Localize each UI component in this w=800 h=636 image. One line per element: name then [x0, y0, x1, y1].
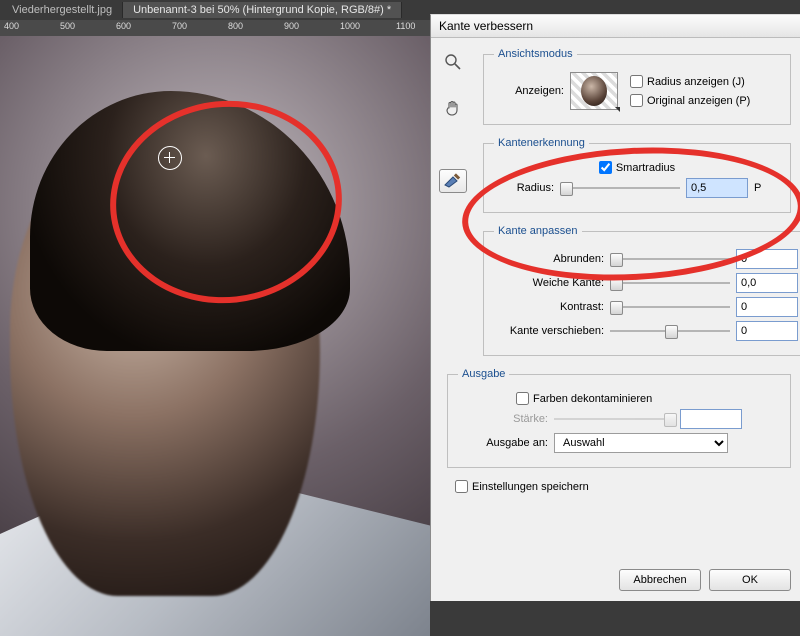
amount-slider — [554, 411, 674, 427]
shift-edge-label: Kante verschieben: — [494, 325, 604, 337]
smart-radius-label: Smartradius — [616, 162, 675, 174]
smooth-slider[interactable] — [610, 251, 730, 267]
ruler-tick: 400 — [4, 21, 19, 31]
edge-detection-group: Kantenerkennung Smartradius Radius: P — [483, 137, 791, 213]
edge-detection-legend: Kantenerkennung — [494, 137, 589, 149]
output-to-select[interactable]: Auswahl — [554, 433, 728, 453]
shift-edge-input[interactable] — [736, 321, 798, 341]
ruler-tick: 1100 — [396, 21, 415, 31]
amount-input — [680, 409, 742, 429]
show-original-label: Original anzeigen (P) — [647, 95, 750, 107]
amount-label: Stärke: — [458, 413, 548, 425]
ruler-tick: 1000 — [340, 21, 360, 31]
ok-button[interactable]: OK — [709, 569, 791, 591]
contrast-label: Kontrast: — [494, 301, 604, 313]
ruler-tick: 700 — [172, 21, 187, 31]
adjust-edge-legend: Kante anpassen — [494, 225, 582, 237]
output-group: Ausgabe Farben dekontaminieren Stärke: A… — [447, 368, 791, 468]
refine-brush-cursor — [158, 146, 182, 170]
smart-radius-checkbox[interactable] — [599, 161, 612, 174]
adjust-edge-group: Kante anpassen Abrunden: Weiche Kante: P… — [483, 225, 800, 356]
show-radius-label: Radius anzeigen (J) — [647, 76, 745, 88]
dialog-body: Ansichtsmodus Anzeigen: Radius anzeigen … — [431, 38, 800, 493]
show-label: Anzeigen: — [494, 85, 564, 97]
feather-input[interactable] — [736, 273, 798, 293]
cancel-button[interactable]: Abbrechen — [619, 569, 701, 591]
radius-unit: P — [754, 182, 766, 194]
dialog-title: Kante verbessern — [431, 15, 800, 38]
ruler-tick: 600 — [116, 21, 131, 31]
smooth-label: Abrunden: — [494, 253, 604, 265]
radius-slider[interactable] — [560, 180, 680, 196]
image-canvas[interactable] — [0, 36, 430, 600]
contrast-slider[interactable] — [610, 299, 730, 315]
decontaminate-checkbox[interactable] — [516, 392, 529, 405]
view-mode-preview[interactable] — [570, 72, 618, 110]
ruler-tick: 900 — [284, 21, 299, 31]
remember-settings-label: Einstellungen speichern — [472, 481, 589, 493]
shift-edge-slider[interactable] — [610, 323, 730, 339]
refine-edge-dialog: Kante verbessern Ansichtsmodus Anzeigen:… — [430, 14, 800, 601]
show-radius-checkbox[interactable] — [630, 75, 643, 88]
view-mode-group: Ansichtsmodus Anzeigen: Radius anzeigen … — [483, 48, 791, 125]
remember-settings-checkbox[interactable] — [455, 480, 468, 493]
photoshop-workspace: Viederhergestellt.jpg Unbenannt-3 bei 50… — [0, 0, 800, 600]
tab-inactive[interactable]: Viederhergestellt.jpg — [2, 2, 123, 18]
view-mode-legend: Ansichtsmodus — [494, 48, 577, 60]
dialog-buttons: Abbrechen OK — [619, 569, 791, 591]
output-to-label: Ausgabe an: — [458, 437, 548, 449]
contrast-input[interactable] — [736, 297, 798, 317]
radius-label: Radius: — [494, 182, 554, 194]
radius-input[interactable] — [686, 178, 748, 198]
decontaminate-label: Farben dekontaminieren — [533, 393, 652, 405]
dropdown-arrow-icon — [615, 107, 620, 112]
ruler-tick: 500 — [60, 21, 75, 31]
smooth-input[interactable] — [736, 249, 798, 269]
show-original-checkbox[interactable] — [630, 94, 643, 107]
output-legend: Ausgabe — [458, 368, 509, 380]
feather-label: Weiche Kante: — [494, 277, 604, 289]
ruler-tick: 800 — [228, 21, 243, 31]
tab-active[interactable]: Unbenannt-3 bei 50% (Hintergrund Kopie, … — [123, 2, 402, 18]
feather-slider[interactable] — [610, 275, 730, 291]
